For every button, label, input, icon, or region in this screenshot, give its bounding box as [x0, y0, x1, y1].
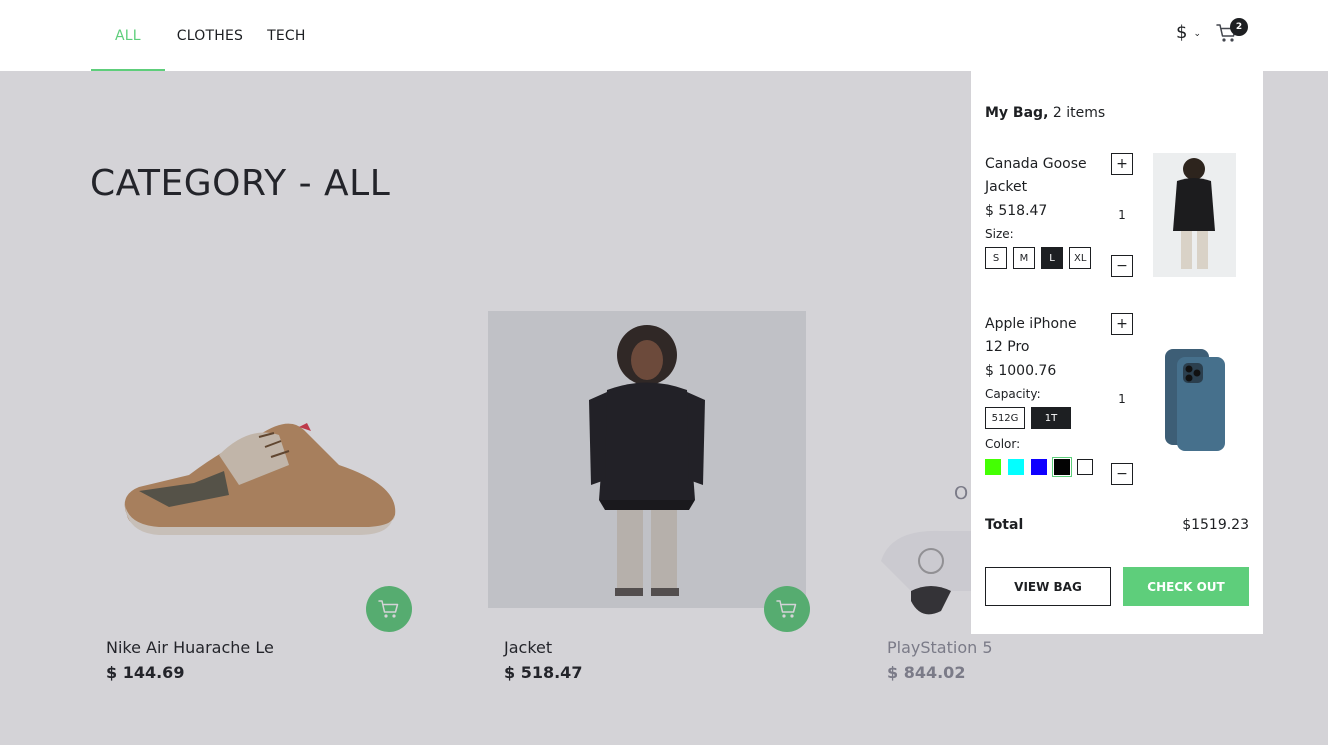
- decrease-quantity-button[interactable]: −: [1111, 463, 1133, 485]
- bag-item-count: 2 items: [1052, 105, 1106, 121]
- size-option-selected[interactable]: L: [1041, 247, 1063, 269]
- currency-switcher[interactable]: $ ⌄: [1176, 22, 1201, 43]
- cart-item: Apple iPhone 12 Pro $ 1000.76 Capacity: …: [985, 313, 1249, 485]
- color-swatch-selected[interactable]: [1052, 457, 1072, 477]
- cart-item: Canada Goose Jacket $ 518.47 Size: S M L…: [985, 153, 1249, 277]
- capacity-option-selected[interactable]: 1T: [1031, 407, 1071, 429]
- minus-icon: −: [1116, 466, 1128, 482]
- color-swatch[interactable]: [1008, 459, 1024, 475]
- header: ALL CLOTHES TECH $ ⌄ 2: [0, 0, 1328, 71]
- color-swatch[interactable]: [1031, 459, 1047, 475]
- decrease-quantity-button[interactable]: −: [1111, 255, 1133, 277]
- increase-quantity-button[interactable]: +: [1111, 313, 1133, 335]
- minus-icon: −: [1116, 258, 1128, 274]
- size-option[interactable]: M: [1013, 247, 1035, 269]
- cart-item-name: Canada Goose Jacket: [985, 156, 1087, 195]
- quantity-value: 1: [1118, 392, 1126, 406]
- quantity-stepper: + 1 −: [1111, 313, 1133, 485]
- plus-icon: +: [1116, 156, 1128, 172]
- minicart: My Bag, 2 items Canada Goose Jacket $ 51…: [971, 71, 1263, 634]
- view-bag-button[interactable]: VIEW BAG: [985, 567, 1111, 606]
- jacket-thumbnail: [1173, 158, 1215, 269]
- checkout-button[interactable]: CHECK OUT: [1123, 567, 1249, 606]
- increase-quantity-button[interactable]: +: [1111, 153, 1133, 175]
- cart-item-name: Apple iPhone 12 Pro: [985, 316, 1077, 355]
- capacity-option[interactable]: 512G: [985, 407, 1025, 429]
- chevron-down-icon: ⌄: [1193, 28, 1201, 39]
- category-nav: ALL CLOTHES TECH: [91, 0, 318, 71]
- tab-clothes[interactable]: CLOTHES: [165, 0, 255, 71]
- cart-item-image: [1153, 343, 1236, 455]
- color-swatch[interactable]: [985, 459, 1001, 475]
- currency-symbol: $: [1176, 22, 1188, 43]
- tab-tech[interactable]: TECH: [255, 0, 318, 71]
- cart-item-image: [1153, 153, 1236, 277]
- total-value: $1519.23: [1182, 517, 1249, 533]
- iphone-thumbnail: [1165, 349, 1225, 451]
- plus-icon: +: [1116, 316, 1128, 332]
- bag-title: My Bag,: [985, 105, 1049, 121]
- minicart-title: My Bag, 2 items: [985, 105, 1105, 121]
- cart-count-badge: 2: [1230, 18, 1248, 36]
- size-option[interactable]: S: [985, 247, 1007, 269]
- quantity-value: 1: [1118, 208, 1126, 222]
- size-option[interactable]: XL: [1069, 247, 1092, 269]
- quantity-stepper: + 1 −: [1111, 153, 1133, 277]
- tab-all[interactable]: ALL: [91, 0, 165, 71]
- total-label: Total: [985, 517, 1024, 533]
- color-swatch[interactable]: [1077, 459, 1093, 475]
